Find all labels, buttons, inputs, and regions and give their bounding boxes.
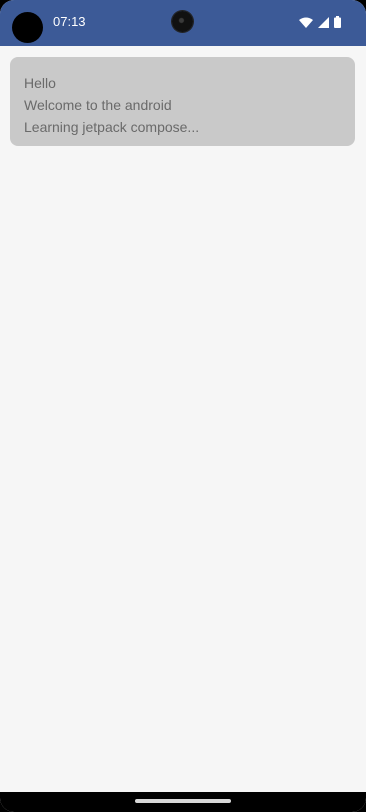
status-time: 07:13 xyxy=(53,14,86,29)
status-icons xyxy=(299,15,341,29)
phone-screen: 07:13 Hello Welcome to the android Learn… xyxy=(0,0,366,812)
status-dot-icon xyxy=(12,12,43,43)
camera-icon xyxy=(172,11,193,32)
card-line-hello: Hello xyxy=(24,75,56,91)
card-line-welcome: Welcome to the android xyxy=(24,97,172,113)
battery-icon xyxy=(334,16,341,28)
status-bar: 07:13 xyxy=(0,0,366,46)
navigation-bar xyxy=(0,792,366,812)
cellular-signal-icon xyxy=(318,16,329,28)
greeting-card: Hello Welcome to the android Learning je… xyxy=(10,57,355,146)
wifi-icon xyxy=(299,17,313,28)
home-gesture-handle[interactable] xyxy=(135,799,231,803)
card-line-learning: Learning jetpack compose... xyxy=(24,119,200,135)
